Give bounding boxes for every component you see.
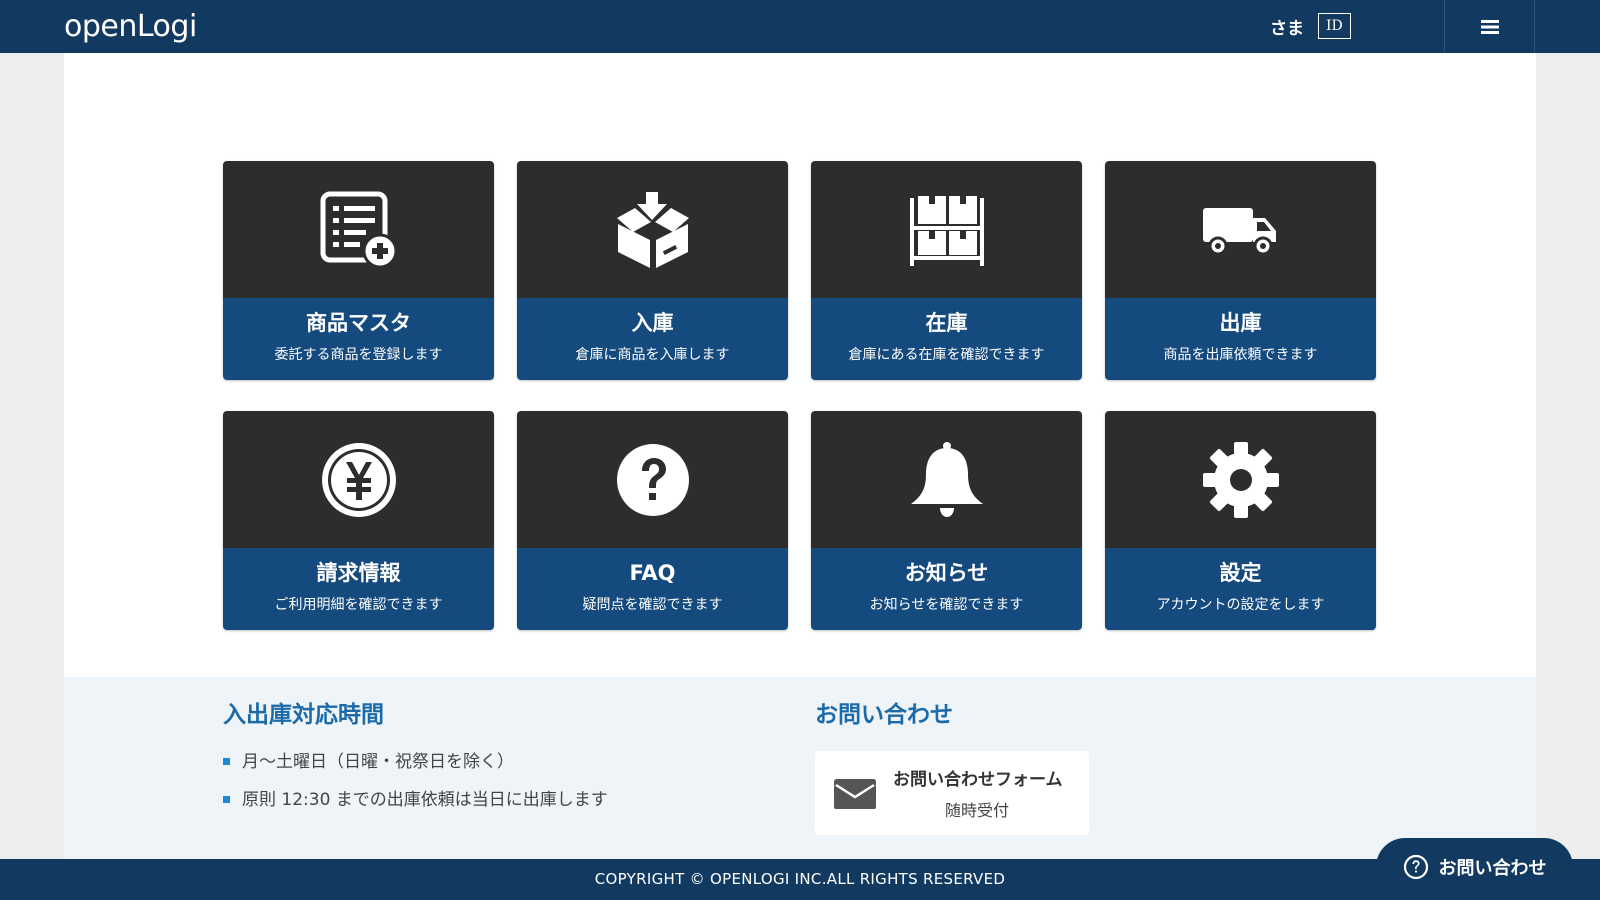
info-section: 入出庫対応時間 月～土曜日（日曜・祝祭日を除く） 原則 12:30 までの出庫依…: [64, 677, 1536, 859]
tile-caption: 商品マスタ 委託する商品を登録します: [223, 298, 494, 380]
floating-contact-button[interactable]: お問い合わせ: [1376, 838, 1573, 896]
yen-coin-icon: [321, 442, 396, 517]
tile-caption: 在庫 倉庫にある在庫を確認できます: [811, 298, 1082, 380]
tile-title: 在庫: [925, 311, 968, 335]
hours-heading: 入出庫対応時間: [223, 702, 384, 728]
tile-desc: お知らせを確認できます: [869, 597, 1024, 613]
tile-caption: FAQ 疑問点を確認できます: [517, 548, 788, 630]
tile-caption: 出庫 商品を出庫依頼できます: [1105, 298, 1376, 380]
hours-block: 入出庫対応時間 月～土曜日（日曜・祝祭日を除く） 原則 12:30 までの出庫依…: [223, 699, 608, 827]
tile-icon-area: [1105, 161, 1376, 298]
tile-caption: お知らせ お知らせを確認できます: [811, 548, 1082, 630]
tile-title: 入庫: [631, 311, 674, 335]
tile-stock[interactable]: 在庫 倉庫にある在庫を確認できます: [811, 161, 1082, 380]
tile-title: 商品マスタ: [306, 311, 411, 335]
tile-product-master[interactable]: 商品マスタ 委託する商品を登録します: [223, 161, 494, 380]
tile-desc: 疑問点を確認できます: [582, 597, 723, 613]
tile-icon-area: [811, 161, 1082, 298]
tile-icon-area: [517, 161, 788, 298]
tile-icon-area: [223, 161, 494, 298]
contact-form-title: お問い合わせフォーム: [893, 770, 1063, 790]
tile-icon-area: [811, 411, 1082, 548]
bell-icon: [910, 441, 983, 517]
tile-desc: 倉庫に商品を入庫します: [575, 347, 730, 363]
main-panel: 商品マスタ 委託する商品を登録します 入庫 倉庫に商品を入庫します 在庫 倉庫に…: [64, 53, 1536, 677]
contact-block: お問い合わせ お問い合わせフォーム 随時受付: [815, 699, 1089, 835]
floating-contact-label: お問い合わせ: [1438, 858, 1547, 879]
tile-desc: ご利用明細を確認できます: [274, 597, 443, 613]
tile-desc: 商品を出庫依頼できます: [1163, 347, 1318, 363]
tile-caption: 入庫 倉庫に商品を入庫します: [517, 298, 788, 380]
tile-faq[interactable]: FAQ 疑問点を確認できます: [517, 411, 788, 630]
gear-icon: [1202, 441, 1279, 518]
user-id-badge[interactable]: ID: [1318, 13, 1351, 39]
list-item: 原則 12:30 までの出庫依頼は当日に出庫します: [223, 789, 608, 811]
hamburger-icon: [1480, 19, 1499, 34]
tile-icon-area: [1105, 411, 1376, 548]
tile-inbound[interactable]: 入庫 倉庫に商品を入庫します: [517, 161, 788, 380]
contact-heading: お問い合わせ: [815, 702, 953, 728]
tile-icon-area: [517, 411, 788, 548]
tile-title: 設定: [1219, 561, 1262, 585]
question-circle-icon: [1403, 854, 1428, 880]
tile-desc: 委託する商品を登録します: [274, 347, 443, 363]
tile-billing[interactable]: 請求情報 ご利用明細を確認できます: [223, 411, 494, 630]
tile-news[interactable]: お知らせ お知らせを確認できます: [811, 411, 1082, 630]
hours-list: 月～土曜日（日曜・祝祭日を除く） 原則 12:30 までの出庫依頼は当日に出庫し…: [223, 751, 608, 811]
tile-title: 出庫: [1219, 311, 1262, 335]
shelf-boxes-icon: [909, 195, 984, 266]
list-item: 月～土曜日（日曜・祝祭日を除く）: [223, 751, 608, 773]
tile-icon-area: [223, 411, 494, 548]
openlogi-logo[interactable]: openLogi: [64, 7, 197, 47]
tile-desc: 倉庫にある在庫を確認できます: [848, 347, 1045, 363]
box-inbound-icon: [616, 191, 689, 268]
tile-title: お知らせ: [904, 561, 989, 585]
tile-settings[interactable]: 設定 アカウントの設定をします: [1105, 411, 1376, 630]
contact-form-sub: 随時受付: [945, 801, 1010, 820]
truck-icon: [1202, 207, 1276, 255]
tile-title: FAQ: [629, 561, 676, 585]
tile-title: 請求情報: [316, 561, 401, 585]
tile-caption: 請求情報 ご利用明細を確認できます: [223, 548, 494, 630]
menu-tiles: 商品マスタ 委託する商品を登録します 入庫 倉庫に商品を入庫します 在庫 倉庫に…: [223, 161, 1376, 630]
tile-desc: アカウントの設定をします: [1156, 597, 1325, 613]
hamburger-menu-button[interactable]: [1444, 0, 1535, 53]
footer: COPYRIGHT © OPENLOGI INC.ALL RIGHTS RESE…: [0, 859, 1600, 900]
contact-form-card[interactable]: お問い合わせフォーム 随時受付: [815, 751, 1089, 835]
product-list-add-icon: [320, 191, 397, 268]
user-name[interactable]: さま: [1270, 14, 1304, 39]
top-header: openLogi さま ID: [0, 0, 1600, 53]
question-icon: [616, 443, 689, 516]
user-area: さま ID: [1270, 12, 1351, 40]
tile-caption: 設定 アカウントの設定をします: [1105, 548, 1376, 630]
tile-outbound[interactable]: 出庫 商品を出庫依頼できます: [1105, 161, 1376, 380]
mail-icon: [834, 779, 876, 809]
